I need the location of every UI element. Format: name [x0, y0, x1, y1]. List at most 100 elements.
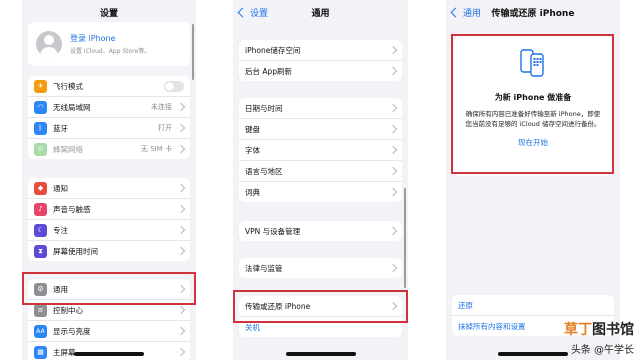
watermark-handle: 头条 @午学长	[570, 345, 634, 356]
settings-item-focus[interactable]: ☾ 专注	[28, 219, 190, 240]
chevron-right-icon	[176, 102, 186, 112]
vpn-group: VPN 与设备管理	[239, 221, 402, 241]
settings-item-cellular[interactable]: ⊙ 蜂窝网络 无 SIM 卡	[28, 138, 190, 159]
chevron-right-icon	[388, 226, 398, 236]
chevron-right-icon	[388, 145, 398, 155]
text-size-icon: AA	[34, 324, 47, 338]
profile-subtitle: 设置 iCloud、App Store等。	[70, 48, 151, 55]
home-indicator	[74, 352, 144, 356]
speaker-icon: ♪	[34, 202, 47, 216]
general-item-fonts[interactable]: 字体	[239, 139, 402, 160]
bell-icon: ◆	[34, 181, 47, 195]
highlight-box-prepare	[451, 34, 614, 174]
wifi-icon: ◠	[34, 100, 47, 114]
scrollbar[interactable]	[404, 188, 406, 288]
cellular-icon: ⊙	[34, 142, 47, 156]
settings-item-bluetooth[interactable]: ᛒ 蓝牙 打开	[28, 117, 190, 138]
general-item-label: iPhone储存空间	[245, 45, 301, 55]
settings-item-label: 蓝牙	[53, 123, 68, 133]
datetime-group: 日期与时间 键盘 字体 语言与地区 词典	[239, 98, 402, 202]
general-item-storage[interactable]: iPhone储存空间	[239, 40, 402, 60]
general-item-label: 键盘	[245, 124, 260, 134]
settings-item-airplane[interactable]: ✈ 飞行模式	[28, 76, 190, 96]
general-item-label: 日期与时间	[245, 103, 283, 113]
airplane-toggle[interactable]	[164, 80, 184, 92]
general-item-label: VPN 与设备管理	[245, 226, 301, 236]
general-item-date-time[interactable]: 日期与时间	[239, 98, 402, 118]
chevron-right-icon	[176, 246, 186, 256]
settings-item-label: 通知	[53, 183, 68, 193]
chevron-right-icon	[388, 103, 398, 113]
chevron-right-icon	[176, 326, 186, 336]
highlight-box-general	[22, 272, 196, 305]
settings-item-label: 飞行模式	[53, 81, 83, 91]
shutdown-label: 关机	[245, 322, 260, 332]
avatar	[36, 31, 62, 57]
general-item-dictionary[interactable]: 词典	[239, 181, 402, 202]
settings-item-label: 专注	[53, 225, 68, 235]
bluetooth-status: 打开	[158, 124, 172, 132]
settings-item-label: 屏幕使用时间	[53, 246, 98, 256]
profile-title: 登录 iPhone	[70, 34, 116, 43]
chevron-right-icon	[388, 166, 398, 176]
page-title: 传输或还原 iPhone	[491, 9, 575, 19]
general-item-language[interactable]: 语言与地区	[239, 160, 402, 181]
airplane-icon: ✈	[34, 79, 47, 93]
general-item-keyboard[interactable]: 键盘	[239, 118, 402, 139]
settings-item-label: 无线局域网	[53, 102, 91, 112]
settings-item-label: 显示与亮度	[53, 326, 91, 336]
chevron-right-icon	[176, 305, 186, 315]
settings-item-screen-time[interactable]: ⧗ 屏幕使用时间	[28, 240, 190, 261]
settings-screen: 设置 登录 iPhone 设置 iCloud、App Store等。 ✈ 飞行模…	[22, 0, 196, 360]
storage-group: iPhone储存空间 后台 App刷新	[239, 40, 402, 81]
legal-group: 法律与监管	[239, 258, 402, 278]
general-item-label: 法律与监管	[245, 263, 283, 273]
general-item-label: 字体	[245, 145, 260, 155]
chevron-right-icon	[176, 144, 186, 154]
settings-item-notifications[interactable]: ◆ 通知	[28, 178, 190, 198]
settings-item-label: 声音与触感	[53, 204, 91, 214]
reset-link[interactable]: 还原	[452, 295, 614, 315]
scrollbar[interactable]	[192, 24, 194, 80]
settings-item-label: 控制中心	[53, 305, 83, 315]
general-item-label: 后台 App刷新	[245, 66, 293, 76]
settings-item-display[interactable]: AA 显示与亮度	[28, 320, 190, 341]
general-item-legal[interactable]: 法律与监管	[239, 258, 402, 278]
chevron-right-icon	[388, 66, 398, 76]
settings-item-home-screen[interactable]: ▦ 主屏幕	[28, 341, 190, 360]
notifications-group: ◆ 通知 ♪ 声音与触感 ☾ 专注 ⧗ 屏幕使用时间	[28, 178, 190, 261]
chevron-right-icon	[388, 263, 398, 273]
general-item-background-refresh[interactable]: 后台 App刷新	[239, 60, 402, 81]
settings-item-label: 蜂窝网络	[53, 144, 83, 154]
page-title: 通用	[311, 9, 330, 19]
connectivity-group: ✈ 飞行模式 ◠ 无线局域网 未连接 ᛒ 蓝牙 打开 ⊙ 蜂窝网络 无 SIM …	[28, 76, 190, 159]
home-indicator	[285, 352, 356, 356]
profile-card[interactable]: 登录 iPhone 设置 iCloud、App Store等。	[28, 22, 190, 66]
wifi-status: 未连接	[151, 103, 172, 111]
chevron-right-icon	[176, 123, 186, 133]
watermark-text-orange: 草丁	[564, 322, 592, 338]
chevron-right-icon	[388, 187, 398, 197]
bluetooth-icon: ᛒ	[34, 121, 47, 135]
settings-item-sounds[interactable]: ♪ 声音与触感	[28, 198, 190, 219]
watermark-text-black: 图书馆	[592, 322, 634, 338]
switches-icon: ≡	[34, 303, 47, 317]
settings-item-wifi[interactable]: ◠ 无线局域网 未连接	[28, 96, 190, 117]
moon-icon: ☾	[34, 223, 47, 237]
chevron-right-icon	[176, 225, 186, 235]
reset-label: 还原	[458, 300, 473, 310]
watermark: 草丁图书馆 头条 @午学长	[564, 319, 634, 356]
page-title: 设置	[99, 9, 118, 19]
cellular-status: 无 SIM 卡	[141, 145, 172, 153]
general-item-vpn[interactable]: VPN 与设备管理	[239, 221, 402, 241]
general-item-label: 语言与地区	[245, 166, 283, 176]
chevron-right-icon	[388, 124, 398, 134]
highlight-box-transfer	[233, 290, 408, 323]
grid-icon: ▦	[34, 345, 47, 359]
chevron-right-icon	[176, 204, 186, 214]
chevron-right-icon	[176, 347, 186, 357]
general-item-label: 词典	[245, 187, 260, 197]
chevron-right-icon	[388, 45, 398, 55]
chevron-right-icon	[176, 183, 186, 193]
hourglass-icon: ⧗	[34, 244, 47, 258]
